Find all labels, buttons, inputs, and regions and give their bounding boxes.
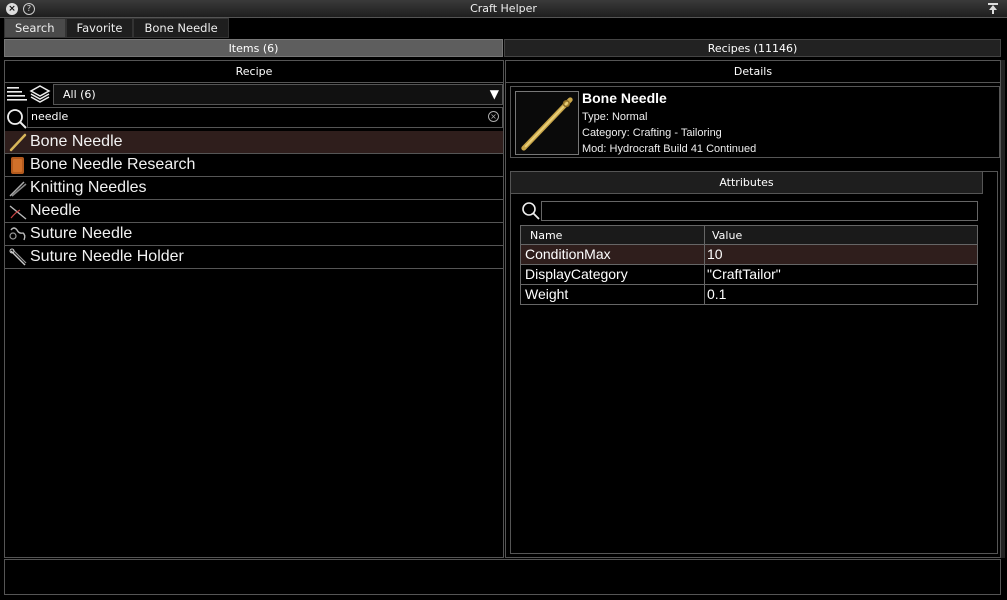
filter-row: All (6) ▼ <box>5 83 503 106</box>
column-divider <box>704 265 705 284</box>
recipes-mode-button[interactable]: Recipes (11146) <box>504 39 1001 57</box>
recipe-panel: Recipe All (6) ▼ needle × Bone Needle Bo… <box>4 60 504 558</box>
list-item-label: Suture Needle Holder <box>30 248 184 265</box>
table-header: Name Value <box>520 225 978 245</box>
attribute-name: Weight <box>525 286 569 302</box>
attribute-value: "CraftTailor" <box>707 266 781 282</box>
search-icon <box>522 202 540 220</box>
item-list: Bone Needle Bone Needle Research Knittin… <box>5 131 503 269</box>
tab-search[interactable]: Search <box>4 18 66 38</box>
column-divider <box>704 285 705 304</box>
title-bar: × ? Craft Helper <box>0 0 1007 18</box>
scrollbar[interactable] <box>1001 60 1005 558</box>
list-item-label: Knitting Needles <box>30 179 147 196</box>
attribute-name: DisplayCategory <box>525 266 628 282</box>
clear-search-icon[interactable]: × <box>488 111 499 122</box>
item-type: Type: Normal <box>582 111 648 123</box>
suture-needle-icon <box>9 227 26 241</box>
item-name: Bone Needle <box>582 90 667 106</box>
column-divider <box>704 245 705 264</box>
needle-holder-icon <box>9 248 27 266</box>
list-item-label: Suture Needle <box>30 225 133 242</box>
item-category: Category: Crafting - Tailoring <box>582 127 722 139</box>
search-row: needle × <box>5 107 503 129</box>
table-row[interactable]: ConditionMax 10 <box>520 245 978 265</box>
list-item[interactable]: Bone Needle Research <box>5 154 503 177</box>
list-item[interactable]: Needle <box>5 200 503 223</box>
attribute-search-input[interactable] <box>541 201 978 221</box>
bone-needle-image <box>515 91 579 155</box>
column-divider <box>704 226 705 244</box>
table-row[interactable]: DisplayCategory "CraftTailor" <box>520 265 978 285</box>
table-row[interactable]: Weight 0.1 <box>520 285 978 305</box>
column-header-value[interactable]: Value <box>712 226 742 245</box>
attribute-name: ConditionMax <box>525 246 611 262</box>
list-item-label: Bone Needle <box>30 133 123 150</box>
status-bar <box>4 559 1001 595</box>
category-dropdown[interactable]: All (6) ▼ <box>53 84 503 105</box>
items-mode-button[interactable]: Items (6) <box>4 39 503 57</box>
window-title: Craft Helper <box>470 2 537 15</box>
list-item-label: Needle <box>30 202 81 219</box>
list-item[interactable]: Suture Needle <box>5 223 503 246</box>
item-summary: Bone Needle Type: Normal Category: Craft… <box>510 86 1000 158</box>
details-panel: Details Bone Needle Type: Normal Categor… <box>505 60 1001 558</box>
column-header-name[interactable]: Name <box>530 226 562 245</box>
attributes-table: Name Value ConditionMax 10 DisplayCatego… <box>520 225 978 305</box>
attributes-panel: Attributes Name Value ConditionMax 10 Di… <box>510 171 998 554</box>
search-input[interactable]: needle <box>27 107 503 128</box>
list-item-label: Bone Needle Research <box>30 156 196 173</box>
attribute-value: 0.1 <box>707 286 727 302</box>
tab-bar: Search Favorite Bone Needle <box>4 18 229 38</box>
knitting-needles-icon <box>9 181 27 197</box>
needle-icon <box>9 205 27 220</box>
list-item[interactable]: Bone Needle <box>5 131 503 154</box>
bone-needle-icon <box>9 133 27 152</box>
attributes-header: Attributes <box>511 172 983 194</box>
list-item[interactable]: Suture Needle Holder <box>5 246 503 269</box>
item-mod: Mod: Hydrocraft Build 41 Continued <box>582 143 757 155</box>
tab-bone-needle[interactable]: Bone Needle <box>133 18 229 38</box>
details-panel-header: Details <box>506 61 1000 83</box>
dropdown-arrow-icon: ▼ <box>489 87 499 101</box>
recipe-panel-header: Recipe <box>5 61 503 83</box>
layers-icon[interactable] <box>29 84 51 104</box>
pin-icon[interactable] <box>987 2 999 15</box>
list-item[interactable]: Knitting Needles <box>5 177 503 200</box>
list-view-icon[interactable] <box>7 86 27 102</box>
tab-favorite[interactable]: Favorite <box>65 18 134 38</box>
category-dropdown-value: All (6) <box>63 88 96 101</box>
book-icon <box>11 157 24 174</box>
attribute-value: 10 <box>707 246 723 262</box>
search-icon <box>7 109 27 129</box>
